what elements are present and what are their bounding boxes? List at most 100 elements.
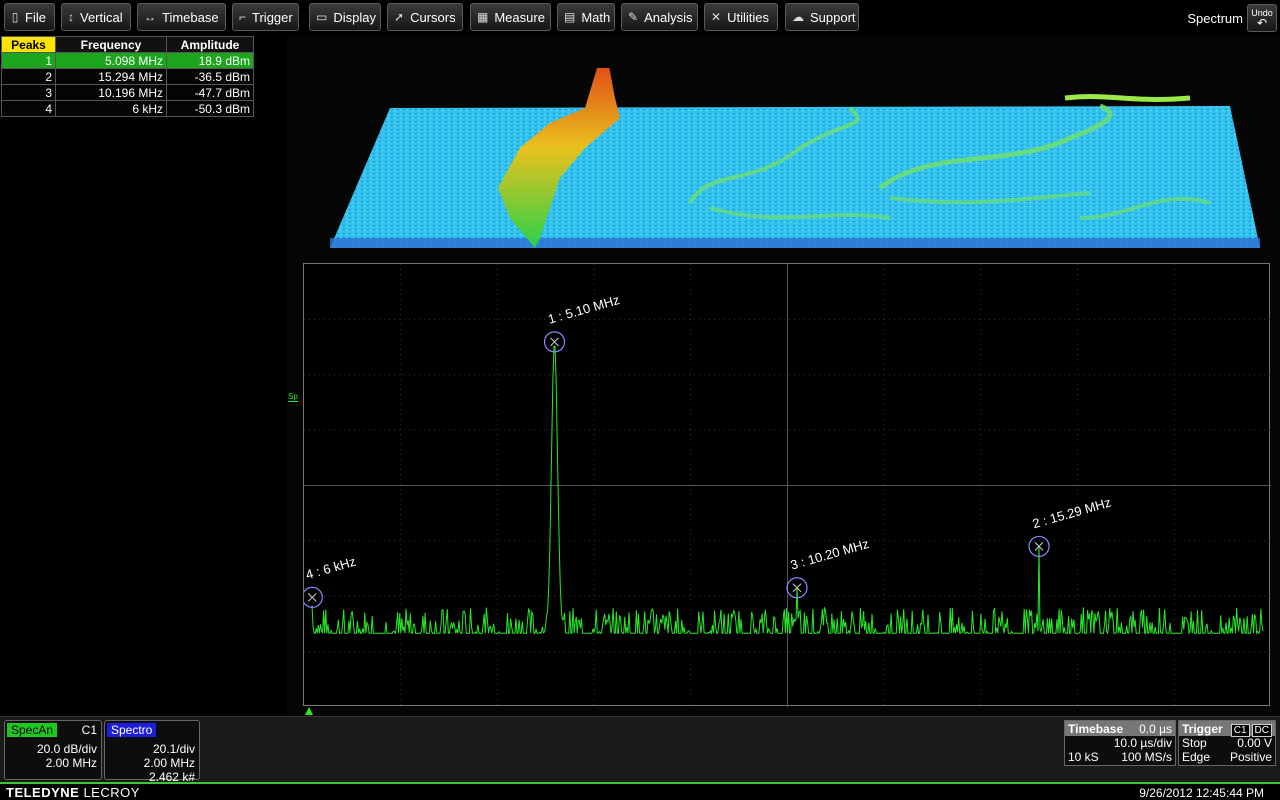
trigger-level: 0.00 V	[1237, 736, 1272, 750]
timebase-samples: 10 kS	[1068, 750, 1099, 764]
amplitude-header: Amplitude	[166, 36, 254, 53]
brand-logo: TELEDYNE LECROY	[6, 785, 140, 800]
timebase-row: 10.0 µs/div	[1065, 736, 1175, 750]
specan-source: C1	[81, 723, 97, 737]
menu-vertical-button[interactable]: ↕ Vertical	[61, 3, 131, 31]
peak-row[interactable]: 2 15.294 MHz -36.5 dBm	[1, 68, 254, 85]
timebase-tdiv: 10.0 µs/div	[1113, 736, 1172, 750]
trigger-coupling: DC	[1251, 723, 1272, 737]
spectrogram-front-edge	[330, 238, 1260, 248]
specan-vdiv: 20.0 dB/div	[36, 742, 97, 756]
peak-marker-cross	[307, 593, 317, 602]
peak-number: 1	[1, 52, 56, 69]
peak-row[interactable]: 4 6 kHz -50.3 dBm	[1, 100, 254, 117]
vertical-arrows-icon: ↕	[68, 10, 74, 24]
trigger-header: Trigger C1 DC	[1179, 721, 1275, 737]
pencil-icon: ✎	[628, 10, 639, 24]
menu-analysis-button[interactable]: ✎ Analysis	[621, 3, 698, 31]
horizontal-arrows-icon: ↔	[144, 10, 156, 24]
peak-row[interactable]: 1 5.098 MHz 18.9 dBm	[1, 52, 254, 69]
trigger-row: Stop 0.00 V	[1179, 736, 1275, 750]
spectro-descriptor[interactable]: Spectro 20.1/div 2.00 MHz 2.462 k#	[104, 720, 200, 784]
specan-freq: 2.00 MHz	[45, 756, 97, 770]
menu-label: Measure	[494, 9, 545, 25]
menu-file-button[interactable]: ▯ File	[4, 3, 55, 31]
window-title: Spectrum	[1187, 11, 1243, 26]
peak-number: 4	[1, 100, 56, 117]
peak-frequency: 6 kHz	[55, 100, 167, 117]
peak-marker-label: 4 : 6 kHz	[304, 554, 357, 583]
timebase-title: Timebase	[1068, 721, 1124, 736]
trace-label[interactable]: Sp	[288, 392, 298, 402]
frequency-header: Frequency	[55, 36, 167, 53]
measure-icon: ▦	[477, 10, 489, 24]
left-panel	[0, 36, 286, 716]
peak-frequency: 15.294 MHz	[55, 68, 167, 85]
peak-number: 3	[1, 84, 56, 101]
timebase-delay: 0.0 µs	[1139, 721, 1172, 736]
menu-label: Timebase	[162, 9, 219, 25]
menu-label: Analysis	[644, 9, 693, 25]
menu-label: Vertical	[80, 9, 123, 25]
clipboard-icon: ▯	[11, 10, 19, 24]
peaks-table: Peaks Frequency Amplitude 1 5.098 MHz 18…	[1, 36, 254, 117]
peak-number: 2	[1, 68, 56, 85]
spectrogram-trace-e	[1064, 94, 1191, 102]
menu-label: Trigger	[252, 9, 293, 25]
peak-frequency: 5.098 MHz	[55, 52, 167, 69]
undo-button[interactable]: Undo ↶	[1247, 4, 1277, 32]
trigger-row: Edge Positive	[1179, 750, 1275, 764]
menu-measure-button[interactable]: ▦ Measure	[470, 3, 551, 31]
peak-marker-label: 1 : 5.10 MHz	[546, 292, 621, 327]
menu-timebase-button[interactable]: ↔ Timebase	[137, 3, 226, 31]
spectrogram-3d-view[interactable]	[330, 68, 1265, 258]
spectrogram-surface	[330, 106, 1260, 248]
trigger-channel: C1	[1230, 723, 1250, 737]
menu-label: Cursors	[410, 9, 456, 25]
menu-math-button[interactable]: ▤ Math	[557, 3, 615, 31]
trigger-type: Edge	[1182, 750, 1211, 764]
peak-amplitude: -47.7 dBm	[166, 84, 254, 101]
specan-descriptor[interactable]: SpecAn C1 20.0 dB/div 2.00 MHz	[4, 720, 102, 780]
menu-label: Math	[581, 9, 611, 25]
menu-label: Utilities	[727, 9, 769, 25]
spectro-vdiv: 20.1/div	[152, 742, 195, 756]
menu-trigger-button[interactable]: ⌐ Trigger	[232, 3, 299, 31]
chat-icon: ☁	[792, 10, 804, 24]
timebase-rate: 100 MS/s	[1121, 750, 1172, 764]
trigger-descriptor[interactable]: Trigger C1 DC Stop 0.00 V Edge Positive	[1178, 720, 1276, 766]
tools-icon: ✕	[711, 10, 722, 24]
peak-marker-label: 2 : 15.29 MHz	[1031, 495, 1113, 532]
peaks-header: Peaks	[1, 36, 56, 53]
peak-marker-label: 3 : 10.20 MHz	[789, 536, 871, 573]
menu-support-button[interactable]: ☁ Support	[785, 3, 859, 31]
spectro-freq: 2.00 MHz	[143, 756, 195, 770]
trigger-slope: Positive	[1229, 750, 1272, 764]
calculator-icon: ▤	[564, 10, 576, 24]
menu-utilities-button[interactable]: ✕ Utilities	[704, 3, 778, 31]
spectrum-svg: 1 : 5.10 MHz 2 : 15.29 MHz 3 : 10.20 MHz 4 …	[304, 264, 1271, 707]
menu-cursors-button[interactable]: ➚ Cursors	[387, 3, 463, 31]
menu-display-button[interactable]: ▭ Display	[309, 3, 381, 31]
brand-rest: LECROY	[79, 785, 140, 800]
peak-amplitude: 18.9 dBm	[166, 52, 254, 69]
spectro-tag: Spectro	[107, 723, 157, 737]
menubar: ▯ File ↕ Vertical ↔ Timebase ⌐ Trigger ▭ Display ➚…	[0, 0, 1280, 36]
menu-label: File	[25, 9, 46, 25]
trigger-mode: Stop	[1182, 736, 1207, 750]
spectrum-plot[interactable]: 1 : 5.10 MHz 2 : 15.29 MHz 3 : 10.20 MHz 4 …	[303, 263, 1271, 707]
timebase-descriptor[interactable]: Timebase 0.0 µs 10.0 µs/div 10 kS 100 MS…	[1064, 720, 1176, 766]
trigger-flag-icon: ⌐	[239, 10, 247, 24]
peak-marker-cross	[550, 337, 559, 347]
trigger-position-marker[interactable]	[305, 707, 313, 715]
bottom-bar: SpecAn C1 20.0 dB/div 2.00 MHz Spectro 2…	[0, 716, 1280, 784]
cursor-arrow-icon: ➚	[394, 10, 405, 24]
specan-tag: SpecAn	[7, 723, 58, 737]
footer: TELEDYNE LECROY 9/26/2012 12:45:44 PM	[0, 782, 1280, 800]
peak-row[interactable]: 3 10.196 MHz -47.7 dBm	[1, 84, 254, 101]
datetime: 9/26/2012 12:45:44 PM	[1139, 786, 1264, 800]
timebase-header: Timebase 0.0 µs	[1065, 721, 1175, 736]
menu-label: Display	[333, 9, 376, 25]
menu-label: Support	[810, 9, 856, 25]
trigger-title: Trigger	[1182, 721, 1223, 736]
